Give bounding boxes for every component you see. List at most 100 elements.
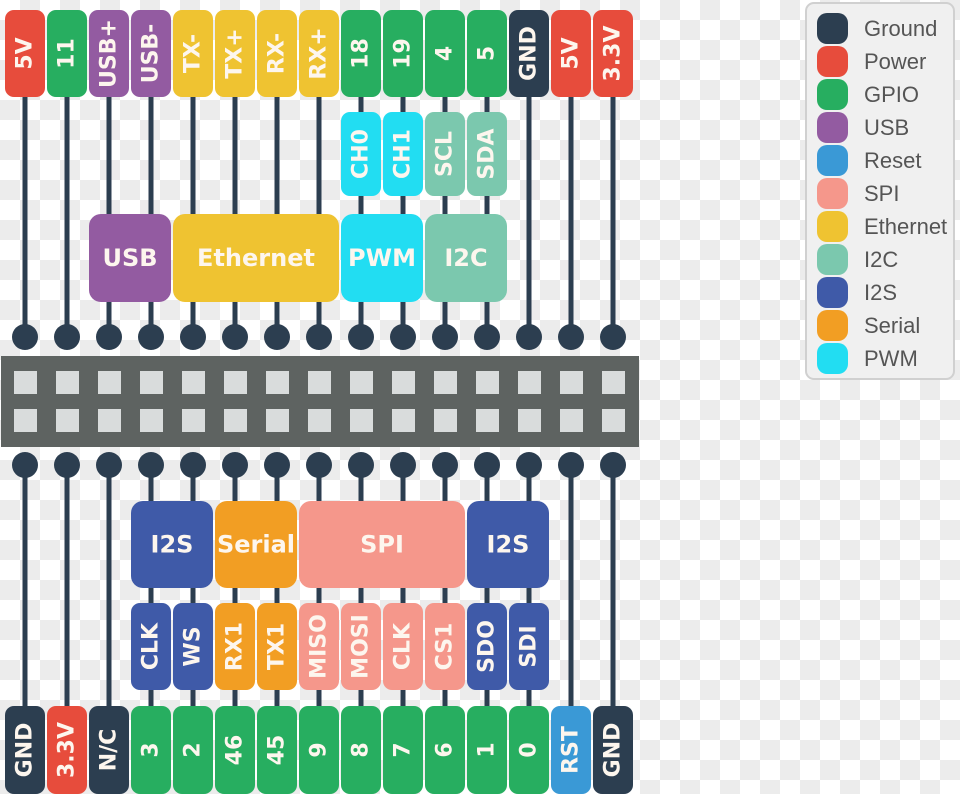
top-pin[interactable]: 3.3V xyxy=(593,10,633,97)
bottom-pin[interactable]: N/C xyxy=(89,706,129,794)
bottom-pin-label: GND xyxy=(13,723,38,778)
top-function[interactable]: SDA xyxy=(467,112,507,196)
bottom-pin[interactable]: 7 xyxy=(383,706,423,794)
header-hole xyxy=(476,371,499,394)
header-hole xyxy=(224,371,247,394)
pin-dot xyxy=(12,452,38,478)
bottom-pin-label: GND xyxy=(601,723,626,778)
top-pin[interactable]: GND xyxy=(509,10,549,97)
top-pin[interactable]: 5V xyxy=(551,10,591,97)
bottom-function[interactable]: CLK xyxy=(131,603,171,690)
bottom-function-label: MOSI xyxy=(349,614,374,679)
top-pin[interactable]: RX+ xyxy=(299,10,339,97)
bottom-pin-label: 9 xyxy=(307,742,332,757)
pin-dot xyxy=(474,324,500,350)
top-function-label: CH0 xyxy=(349,129,374,179)
legend-swatch xyxy=(817,244,848,275)
top-function[interactable]: CH0 xyxy=(341,112,381,196)
top-pin[interactable]: RX- xyxy=(257,10,297,97)
bottom-pin[interactable]: 3 xyxy=(131,706,171,794)
header-hole xyxy=(140,371,163,394)
bottom-function[interactable]: SDO xyxy=(467,603,507,690)
bottom-function[interactable]: SDI xyxy=(509,603,549,690)
bottom-pin[interactable]: GND xyxy=(593,706,633,794)
pin-dot xyxy=(306,452,332,478)
legend-label: Serial xyxy=(864,312,921,338)
legend-item: Reset xyxy=(817,144,953,177)
top-pin-label: RX- xyxy=(265,33,290,74)
top-pin[interactable]: 18 xyxy=(341,10,381,97)
top-pin[interactable]: 5V xyxy=(5,10,45,97)
top-pin[interactable]: USB+ xyxy=(89,10,129,97)
bottom-pin[interactable]: RST xyxy=(551,706,591,794)
header-hole xyxy=(518,371,541,394)
header-hole xyxy=(224,409,247,432)
top-function-label: CH1 xyxy=(391,129,416,179)
pin-dot xyxy=(558,452,584,478)
pin-dot xyxy=(348,452,374,478)
bottom-pin[interactable]: 0 xyxy=(509,706,549,794)
legend-swatch xyxy=(817,178,848,209)
bottom-pin[interactable]: 8 xyxy=(341,706,381,794)
pin-dot xyxy=(222,452,248,478)
pin-dot xyxy=(54,452,80,478)
bottom-pin-label: 8 xyxy=(349,742,374,757)
bottom-pin[interactable]: 1 xyxy=(467,706,507,794)
bottom-function[interactable]: MOSI xyxy=(341,603,381,690)
top-pin-label: 19 xyxy=(391,38,416,69)
legend-swatch xyxy=(817,343,848,374)
pin-dot xyxy=(432,452,458,478)
bottom-function[interactable]: TX1 xyxy=(257,603,297,690)
bottom-function[interactable]: MISO xyxy=(299,603,339,690)
top-function[interactable]: SCL xyxy=(425,112,465,196)
top-pin[interactable]: USB- xyxy=(131,10,171,97)
top-function[interactable]: CH1 xyxy=(383,112,423,196)
pin-dot xyxy=(390,324,416,350)
bottom-pin-label: 45 xyxy=(265,735,290,766)
bottom-pin-label: N/C xyxy=(97,729,122,772)
legend-item: GPIO xyxy=(817,78,953,111)
bottom-pin[interactable]: GND xyxy=(5,706,45,794)
pin-dot xyxy=(138,452,164,478)
bottom-pin[interactable]: 45 xyxy=(257,706,297,794)
bottom-pin[interactable]: 46 xyxy=(215,706,255,794)
top-pin[interactable]: 4 xyxy=(425,10,465,97)
bottom-function[interactable]: CS1 xyxy=(425,603,465,690)
legend-label: Power xyxy=(864,48,927,74)
legend-swatch xyxy=(817,46,848,77)
legend-item: SPI xyxy=(817,177,953,210)
top-group: USB xyxy=(89,214,171,302)
legend-label: Ethernet xyxy=(864,213,948,239)
top-pin[interactable]: 19 xyxy=(383,10,423,97)
top-pin-label: 18 xyxy=(349,38,374,69)
bottom-pin[interactable]: 9 xyxy=(299,706,339,794)
bottom-pin[interactable]: 2 xyxy=(173,706,213,794)
legend-item: I2S xyxy=(817,276,953,309)
bottom-pin-label: 46 xyxy=(223,735,248,766)
top-pin[interactable]: TX- xyxy=(173,10,213,97)
bottom-function-label: TX1 xyxy=(265,623,290,670)
bottom-pin-label: 0 xyxy=(517,742,542,757)
header-hole xyxy=(434,409,457,432)
top-pin[interactable]: 5 xyxy=(467,10,507,97)
legend-swatch xyxy=(817,277,848,308)
bottom-pin[interactable]: 6 xyxy=(425,706,465,794)
header-hole xyxy=(350,409,373,432)
bottom-function[interactable]: RX1 xyxy=(215,603,255,690)
bottom-pin-label: RST xyxy=(559,726,584,774)
header-hole xyxy=(434,371,457,394)
top-pin[interactable]: TX+ xyxy=(215,10,255,97)
bottom-group: Serial xyxy=(215,501,297,588)
top-pin-label: GND xyxy=(517,26,542,81)
pin-dot xyxy=(138,324,164,350)
legend-item: Ground xyxy=(817,12,953,45)
top-group-label: I2C xyxy=(444,244,487,272)
top-pin-label: 3.3V xyxy=(601,26,626,82)
bottom-function[interactable]: WS xyxy=(173,603,213,690)
bottom-group-label: SPI xyxy=(360,531,404,559)
bottom-function[interactable]: CLK xyxy=(383,603,423,690)
pin-dot xyxy=(348,324,374,350)
bottom-pin[interactable]: 3.3V xyxy=(47,706,87,794)
top-pin[interactable]: 11 xyxy=(47,10,87,97)
header-hole xyxy=(350,371,373,394)
